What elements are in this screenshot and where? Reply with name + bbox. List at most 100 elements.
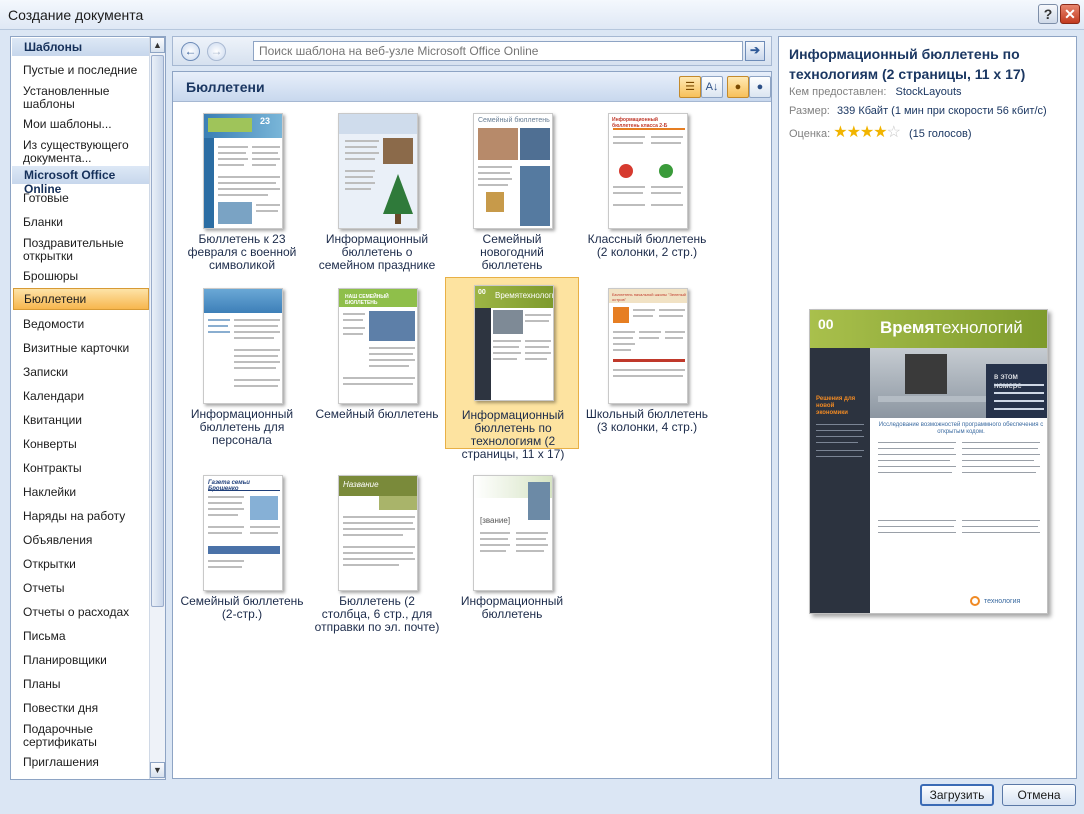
template-label: Информационный бюллетень по технологиям … bbox=[461, 408, 565, 461]
sidebar-header-templates: Шаблоны bbox=[12, 38, 149, 56]
sidebar-item-reports[interactable]: Отчеты bbox=[23, 582, 147, 595]
template-tile[interactable]: Информационный бюллетень для персонала bbox=[175, 282, 309, 454]
size-value: 339 Кбайт (1 мин при скорости 56 кбит/с) bbox=[836, 105, 1047, 117]
template-tile[interactable]: 23 Бюллетень к 23 февраля с военной симв… bbox=[175, 107, 309, 279]
template-search-input[interactable] bbox=[253, 41, 743, 61]
sidebar-item-invitations[interactable]: Приглашения bbox=[23, 756, 147, 769]
scrollbar-thumb[interactable] bbox=[151, 55, 164, 607]
forward-arrow-icon[interactable]: → bbox=[207, 42, 226, 61]
sort-az-icon[interactable]: A↓ bbox=[701, 76, 723, 98]
provider-link[interactable]: StockLayouts bbox=[895, 86, 961, 98]
template-preview: 00 Времятехнологий в этом номере Решения… bbox=[809, 309, 1048, 614]
template-thumbnail bbox=[203, 288, 283, 404]
sidebar-item-expense-reports[interactable]: Отчеты о расходах bbox=[23, 606, 147, 619]
sidebar-item-featured[interactable]: Готовые bbox=[23, 192, 147, 205]
search-go-button[interactable]: ➔ bbox=[745, 41, 765, 61]
sidebar-item-newsletters[interactable]: Бюллетени bbox=[13, 288, 149, 310]
template-label: Бюллетень (2 столбца, 6 стр., для отправ… bbox=[314, 594, 440, 634]
sidebar-item-letters[interactable]: Письма bbox=[23, 630, 147, 643]
sidebar-item-business-cards[interactable]: Визитные карточки bbox=[23, 342, 147, 355]
download-button[interactable]: Загрузить bbox=[920, 784, 994, 806]
sidebar-item-plans[interactable]: Планы bbox=[23, 678, 147, 691]
template-tile[interactable]: Информационный бюллетень класса 2-Б Клас… bbox=[580, 107, 714, 279]
help-button[interactable]: ? bbox=[1038, 4, 1058, 24]
sidebar-item-brochures[interactable]: Брошюры bbox=[23, 270, 147, 283]
thumb-title: Времятехнологий bbox=[495, 291, 553, 300]
provider-row: Кем предоставлен: StockLayouts bbox=[789, 86, 962, 98]
template-thumbnail: Газета семьи Брошенко bbox=[203, 475, 283, 591]
thumb-issue-number: 00 bbox=[478, 289, 486, 296]
template-tile[interactable]: Бюллетень начальной школы "Зеленый остро… bbox=[580, 282, 714, 454]
preview-issue-number: 00 bbox=[818, 316, 834, 332]
sidebar-item-calendars[interactable]: Календари bbox=[23, 390, 147, 403]
size-label: Размер: bbox=[789, 105, 830, 117]
sidebar-item-greeting-cards[interactable]: Поздравительные открытки bbox=[23, 237, 147, 263]
thumb-page-number: 23 bbox=[260, 116, 271, 126]
thumb-title: Бюллетень начальной школы "Зеленый остро… bbox=[612, 292, 686, 302]
template-label: Семейный бюллетень bbox=[315, 407, 439, 421]
cancel-button[interactable]: Отмена bbox=[1002, 784, 1076, 806]
template-thumbnail: 23 bbox=[203, 113, 283, 229]
template-thumbnail: Информационный бюллетень класса 2-Б bbox=[608, 113, 688, 229]
user-remove-icon[interactable]: ● bbox=[749, 76, 771, 98]
sidebar-item-contracts[interactable]: Контракты bbox=[23, 462, 147, 475]
sidebar-header-office-online[interactable]: Microsoft Office Online bbox=[12, 166, 149, 196]
template-tile[interactable]: Газета семьи Брошенко Семейный бюллетень… bbox=[175, 469, 309, 641]
preview-headline: Исследование возможностей программного о… bbox=[878, 422, 1044, 435]
window-title: Создание документа bbox=[8, 7, 144, 23]
sidebar-item-envelopes[interactable]: Конверты bbox=[23, 438, 147, 451]
details-title: Информационный бюллетень по технологиям … bbox=[789, 46, 1026, 82]
template-thumbnail: [звание] bbox=[473, 475, 553, 591]
sidebar-item-planners[interactable]: Планировщики bbox=[23, 654, 147, 667]
sort-folder-icon[interactable]: ☰ bbox=[679, 76, 701, 98]
template-label: Классный бюллетень (2 колонки, 2 стр.) bbox=[587, 232, 707, 259]
sidebar-item-statements[interactable]: Ведомости bbox=[23, 318, 147, 331]
sidebar-item-gift-certificates[interactable]: Подарочные сертификаты bbox=[23, 723, 147, 749]
sidebar-item-agendas[interactable]: Повестки дня bbox=[23, 702, 147, 715]
template-tile[interactable]: [звание] Информационный бюллетень bbox=[445, 469, 579, 641]
sidebar-item-work-orders[interactable]: Наряды на работу bbox=[23, 510, 147, 523]
template-thumbnail bbox=[338, 113, 418, 229]
template-label: Семейный бюллетень (2-стр.) bbox=[180, 594, 304, 621]
template-tile-selected[interactable]: 00 Времятехнологий Информационный бюллет… bbox=[445, 277, 579, 461]
template-thumbnail: Семейный бюллетень bbox=[473, 113, 553, 229]
back-arrow-icon[interactable]: ← bbox=[181, 42, 200, 61]
gallery-header: Бюллетени ☰ A↓ ● ● bbox=[173, 72, 771, 102]
preview-side-heading: Решения для новой экономики bbox=[816, 396, 856, 416]
template-tile[interactable]: Семейный бюллетень Семейный новогодний б… bbox=[445, 107, 579, 279]
sidebar-item-blank-recent[interactable]: Пустые и последние bbox=[23, 64, 147, 77]
sidebar-item-my-templates[interactable]: Мои шаблоны... bbox=[23, 118, 147, 131]
rating-votes: (15 голосов) bbox=[909, 128, 972, 140]
user-templates-icon[interactable]: ● bbox=[727, 76, 749, 98]
scroll-up-icon[interactable]: ▲ bbox=[150, 37, 165, 53]
rating-stars-icon[interactable]: ★★★★☆ bbox=[833, 124, 901, 141]
preview-logo-text: технология bbox=[984, 598, 1021, 605]
scroll-down-icon[interactable]: ▼ bbox=[150, 762, 165, 778]
template-label: Информационный бюллетень bbox=[460, 594, 564, 621]
template-category-sidebar: Шаблоны Пустые и последние Установленные… bbox=[10, 36, 166, 780]
template-thumbnail: 00 Времятехнологий bbox=[474, 285, 554, 401]
gallery-title: Бюллетени bbox=[186, 79, 265, 95]
template-thumbnail: Название bbox=[338, 475, 418, 591]
sidebar-item-installed[interactable]: Установленные шаблоны bbox=[23, 85, 147, 111]
template-tile[interactable]: Информационный бюллетень о семейном праз… bbox=[310, 107, 444, 279]
sidebar-scrollbar[interactable]: ▲ ▼ bbox=[149, 37, 165, 779]
sidebar-item-labels[interactable]: Наклейки bbox=[23, 486, 147, 499]
sidebar-item-postcards[interactable]: Открытки bbox=[23, 558, 147, 571]
sidebar-item-forms[interactable]: Бланки bbox=[23, 216, 147, 229]
sidebar-item-memos[interactable]: Записки bbox=[23, 366, 147, 379]
close-button[interactable]: ✕ bbox=[1060, 4, 1080, 24]
template-gallery: Бюллетени ☰ A↓ ● ● 23 Бюллетень к 23 фев… bbox=[172, 71, 772, 779]
sidebar-item-receipts[interactable]: Квитанции bbox=[23, 414, 147, 427]
template-label: Семейный новогодний бюллетень bbox=[480, 232, 544, 272]
template-label: Школьный бюллетень (3 колонки, 4 стр.) bbox=[585, 407, 709, 434]
template-tile[interactable]: Название Бюллетень (2 столбца, 6 стр., д… bbox=[310, 469, 444, 641]
template-thumbnail: НАШ СЕМЕЙНЫЙ БЮЛЛЕТЕНЬ bbox=[338, 288, 418, 404]
sidebar-item-from-existing[interactable]: Из существующего документа... bbox=[23, 139, 147, 165]
template-tile[interactable]: НАШ СЕМЕЙНЫЙ БЮЛЛЕТЕНЬ Семейный бюллетен… bbox=[310, 282, 444, 454]
rating-row: Оценка: ★★★★☆ (15 голосов) bbox=[789, 122, 972, 142]
template-label: Информационный бюллетень о семейном праз… bbox=[318, 232, 436, 272]
template-details-panel: Информационный бюллетень по технологиям … bbox=[778, 36, 1077, 779]
sidebar-item-announcements[interactable]: Объявления bbox=[23, 534, 147, 547]
preview-in-issue: в этом номере bbox=[994, 372, 1022, 390]
